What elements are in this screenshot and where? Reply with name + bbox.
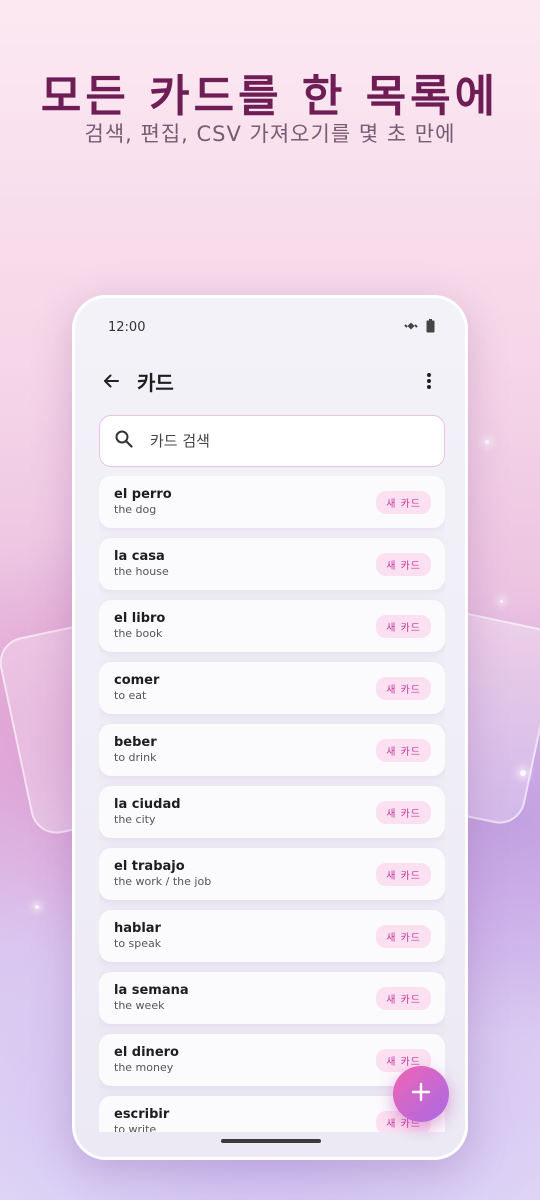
new-card-badge: 새 카드 xyxy=(376,490,431,514)
card-meaning: to drink xyxy=(114,751,157,764)
new-card-badge: 새 카드 xyxy=(376,676,431,700)
card-list-item[interactable]: hablar to speak 새 카드 xyxy=(99,910,445,962)
card-list-item[interactable]: el trabajo the work / the job 새 카드 xyxy=(99,848,445,900)
card-list-item[interactable]: el perro the dog 새 카드 xyxy=(99,476,445,528)
card-list-item[interactable]: el dinero the money 새 카드 xyxy=(99,1034,445,1086)
search-bar[interactable] xyxy=(99,415,445,467)
card-meaning: the house xyxy=(114,565,169,578)
search-icon xyxy=(114,429,134,453)
plus-icon xyxy=(410,1081,432,1107)
sparkle xyxy=(485,440,489,444)
card-list-item[interactable]: el libro the book 새 카드 xyxy=(99,600,445,652)
promo-headline: 모든 카드를 한 목록에 xyxy=(40,71,500,122)
card-term: la semana xyxy=(114,983,189,998)
battery-icon xyxy=(426,318,435,337)
card-list: el perro the dog 새 카드 la casa the house … xyxy=(99,476,445,1132)
card-term: comer xyxy=(114,673,160,688)
card-list-item[interactable]: comer to eat 새 카드 xyxy=(99,662,445,714)
card-term: el perro xyxy=(114,487,172,502)
status-bar: 12:00 xyxy=(75,316,465,338)
card-meaning: the week xyxy=(114,999,165,1012)
card-list-item[interactable]: la semana the week 새 카드 xyxy=(99,972,445,1024)
card-term: beber xyxy=(114,735,157,750)
new-card-badge: 새 카드 xyxy=(376,862,431,886)
new-card-badge: 새 카드 xyxy=(376,986,431,1010)
page-title: 카드 xyxy=(137,370,174,395)
more-vert-icon[interactable] xyxy=(417,369,441,393)
new-card-badge: 새 카드 xyxy=(376,800,431,824)
card-list-item[interactable]: beber to drink 새 카드 xyxy=(99,724,445,776)
card-term: el trabajo xyxy=(114,859,185,874)
card-term: escribir xyxy=(114,1107,170,1122)
promo-subline: 검색, 편집, CSV 가져오기를 몇 초 만에 xyxy=(84,122,456,146)
card-term: la ciudad xyxy=(114,797,181,812)
card-meaning: to speak xyxy=(114,937,162,950)
card-meaning: the book xyxy=(114,627,163,640)
sparkle xyxy=(500,600,503,603)
card-term: el libro xyxy=(114,611,166,626)
new-card-badge: 새 카드 xyxy=(376,738,431,762)
card-meaning: to write xyxy=(114,1123,157,1132)
phone-frame: 12:00 카드 카드 검색 el perro the dog 새 카드 la … xyxy=(72,295,468,1160)
arrow-left-icon[interactable] xyxy=(99,369,123,393)
card-meaning: to eat xyxy=(114,689,147,702)
card-list-item[interactable]: la ciudad the city 새 카드 xyxy=(99,786,445,838)
status-time: 12:00 xyxy=(108,319,146,335)
add-card-button[interactable] xyxy=(393,1066,449,1122)
new-card-badge: 새 카드 xyxy=(376,552,431,576)
card-term: el dinero xyxy=(114,1045,179,1060)
search-input[interactable] xyxy=(150,432,410,450)
card-term: hablar xyxy=(114,921,161,936)
sparkle xyxy=(520,770,526,776)
new-card-badge: 새 카드 xyxy=(376,924,431,948)
card-term: la casa xyxy=(114,549,165,564)
card-meaning: the city xyxy=(114,813,156,826)
card-meaning: the work / the job xyxy=(114,875,212,888)
home-indicator[interactable] xyxy=(221,1139,321,1143)
satellite-icon xyxy=(404,318,418,337)
sparkle xyxy=(35,905,39,909)
card-meaning: the money xyxy=(114,1061,174,1074)
card-meaning: the dog xyxy=(114,503,157,516)
new-card-badge: 새 카드 xyxy=(376,614,431,638)
app-bar: 카드 xyxy=(75,366,465,396)
card-list-item[interactable]: la casa the house 새 카드 xyxy=(99,538,445,590)
